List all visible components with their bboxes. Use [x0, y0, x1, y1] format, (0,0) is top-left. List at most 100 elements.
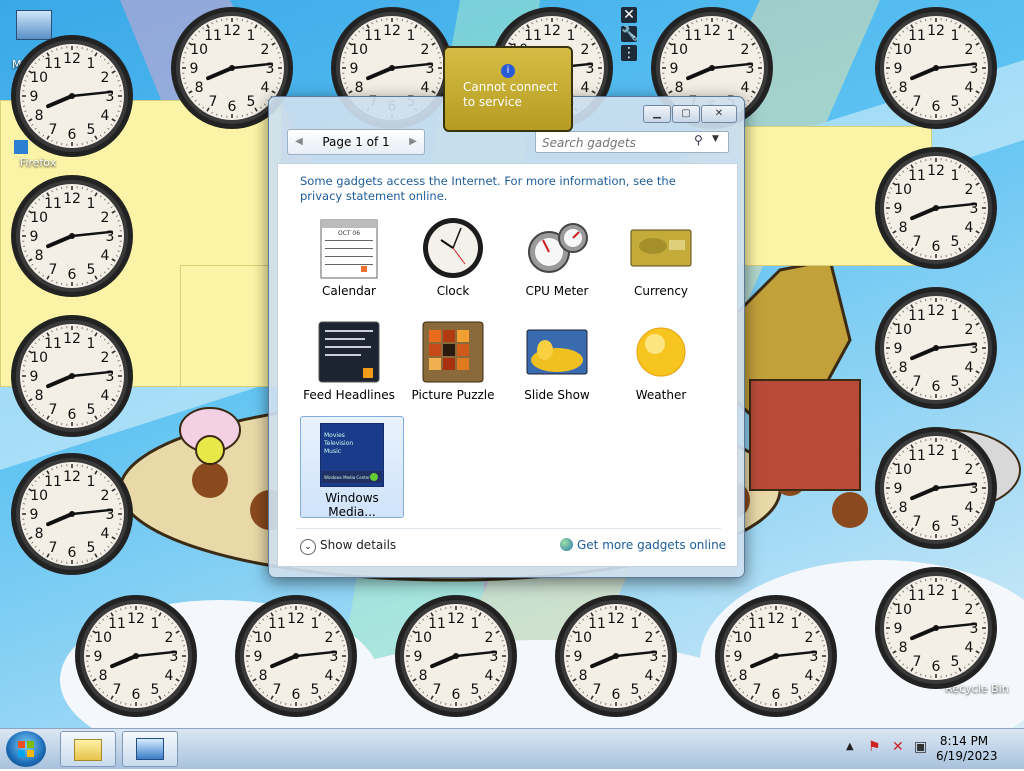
clock-number: 10	[254, 630, 272, 646]
get-more-gadgets-link[interactable]: Get more gadgets online	[560, 538, 726, 552]
taskbar-gadgets-button[interactable]	[122, 731, 178, 767]
clock-number: 9	[254, 649, 263, 665]
clock-number: 12	[287, 611, 305, 627]
clock-number: 2	[804, 630, 813, 646]
previous-page-icon[interactable]: ◀	[290, 130, 308, 154]
clock-number: 1	[727, 28, 736, 44]
volume-muted-icon[interactable]: ✕	[892, 739, 904, 755]
clock-gadget[interactable]: 121234567891011	[394, 594, 518, 718]
gadget-label: Picture Puzzle	[402, 388, 504, 402]
action-center-icon[interactable]: ⚑	[868, 739, 881, 755]
show-details-button[interactable]: ⌄Show details	[300, 538, 396, 555]
clock-gadget[interactable]: 121234567891011	[74, 594, 198, 718]
gadget-label: Feed Headlines	[298, 388, 400, 402]
search-box[interactable]: ⚲ ▼	[535, 131, 729, 153]
clock-number: 10	[30, 488, 48, 504]
sticky-note[interactable]	[180, 265, 272, 387]
clock-gadget[interactable]: 121234567891011	[874, 566, 998, 690]
clock-gadget[interactable]: 121234567891011	[10, 34, 134, 158]
clock-number: 9	[30, 229, 39, 245]
search-input[interactable]	[540, 134, 692, 152]
clock-number: 9	[894, 341, 903, 357]
close-button[interactable]: ✕	[701, 105, 737, 123]
clock-face-icon: 121234567891011	[874, 566, 998, 690]
drag-handle-icon[interactable]: ⋮	[621, 45, 637, 61]
clock-number: 11	[268, 616, 286, 632]
clock-number: 6	[132, 687, 141, 703]
clock-gadget[interactable]: 121234567891011	[714, 594, 838, 718]
start-button[interactable]	[6, 731, 46, 767]
chevron-down-icon[interactable]: ▼	[712, 134, 719, 144]
clock-number: 2	[100, 70, 109, 86]
clock-number: 5	[951, 374, 960, 390]
gadget-clock[interactable]: Clock	[402, 210, 504, 310]
clock-number: 12	[63, 469, 81, 485]
clock-number: 10	[30, 350, 48, 366]
clock-gadget[interactable]: 121234567891011	[10, 314, 134, 438]
info-icon: i	[501, 64, 515, 78]
clock-number: 4	[964, 360, 973, 376]
minimize-button[interactable]: ▁	[643, 105, 671, 123]
error-message: Cannot connect to service	[463, 80, 559, 110]
gadget-weather[interactable]: Weather	[610, 314, 712, 414]
clock-gadget[interactable]: 121234567891011	[10, 452, 134, 576]
clock-gadget[interactable]: 121234567891011	[874, 6, 998, 130]
clock-number: 9	[190, 61, 199, 77]
clock-number: 2	[100, 210, 109, 226]
calendar-thumb-label: OCT 06	[338, 230, 360, 237]
clock-number: 4	[740, 80, 749, 96]
desktop[interactable]: My Firefox Recycle Bin 12123456789101112…	[0, 0, 1024, 728]
clock-number: 6	[68, 267, 77, 283]
maximize-button[interactable]: ▢	[672, 105, 700, 123]
gadget-slide-show[interactable]: Slide Show	[506, 314, 608, 414]
next-page-icon[interactable]: ▶	[404, 130, 422, 154]
clock-gadget[interactable]: 121234567891011	[10, 174, 134, 298]
taskbar-explorer-button[interactable]	[60, 731, 116, 767]
show-details-label: Show details	[320, 538, 396, 552]
clock-number: 2	[964, 182, 973, 198]
gadget-picture-puzzle[interactable]: Picture Puzzle	[402, 314, 504, 414]
cpu-meter-icon	[525, 216, 589, 280]
weather-icon	[629, 320, 693, 384]
search-icon[interactable]: ⚲	[694, 133, 703, 147]
gadget-calendar[interactable]: OCT 06 Calendar	[298, 210, 400, 310]
gadget-windows-media-center[interactable]: Movies Television Music Windows Media Ce…	[300, 416, 404, 518]
clock-number: 5	[951, 234, 960, 250]
gadget-cpu-meter[interactable]: CPU Meter	[506, 210, 608, 310]
clock-number: 10	[734, 630, 752, 646]
clock-gadget[interactable]: 121234567891011	[234, 594, 358, 718]
clock-gadget[interactable]: 121234567891011	[554, 594, 678, 718]
network-icon[interactable]: ▣	[914, 739, 927, 755]
clock-face-icon: 121234567891011	[10, 174, 134, 298]
clock-gadget[interactable]: 121234567891011	[874, 426, 998, 550]
close-icon[interactable]: ✕	[621, 7, 637, 23]
show-hidden-icons-button[interactable]: ▲	[846, 741, 854, 752]
clock-number: 1	[151, 616, 160, 632]
clock-number: 10	[190, 42, 208, 58]
currency-gadget[interactable]: i Cannot connect to service	[443, 46, 573, 132]
wrench-icon[interactable]: 🔧	[621, 26, 637, 42]
privacy-notice[interactable]: Some gadgets access the Internet. For mo…	[300, 174, 720, 204]
clock-number: 5	[87, 402, 96, 418]
date-text: 6/19/2023	[936, 749, 992, 764]
clock-tray[interactable]: 8:14 PM 6/19/2023	[936, 734, 992, 764]
clock-number: 4	[964, 500, 973, 516]
clock-gadget[interactable]: 121234567891011	[874, 286, 998, 410]
clock-number: 6	[612, 687, 621, 703]
clock-gadget[interactable]: 121234567891011	[874, 146, 998, 270]
gadget-gallery-window[interactable]: ▁ ▢ ✕ ◀ Page 1 of 1 ▶ ⚲ ▼ Some gadgets a…	[268, 96, 745, 578]
clock-number: 1	[311, 616, 320, 632]
clock-number: 8	[899, 80, 908, 96]
clock-number: 6	[292, 687, 301, 703]
clock-number: 6	[228, 99, 237, 115]
globe-icon	[560, 538, 573, 551]
gadget-currency[interactable]: Currency	[610, 210, 712, 310]
clock-number: 1	[631, 616, 640, 632]
clock-number: 11	[748, 616, 766, 632]
clock-number: 5	[311, 682, 320, 698]
clock-number: 12	[127, 611, 145, 627]
clock-number: 6	[932, 659, 941, 675]
gadget-feed-headlines[interactable]: Feed Headlines	[298, 314, 400, 414]
clock-number: 9	[30, 369, 39, 385]
clock-number: 12	[767, 611, 785, 627]
